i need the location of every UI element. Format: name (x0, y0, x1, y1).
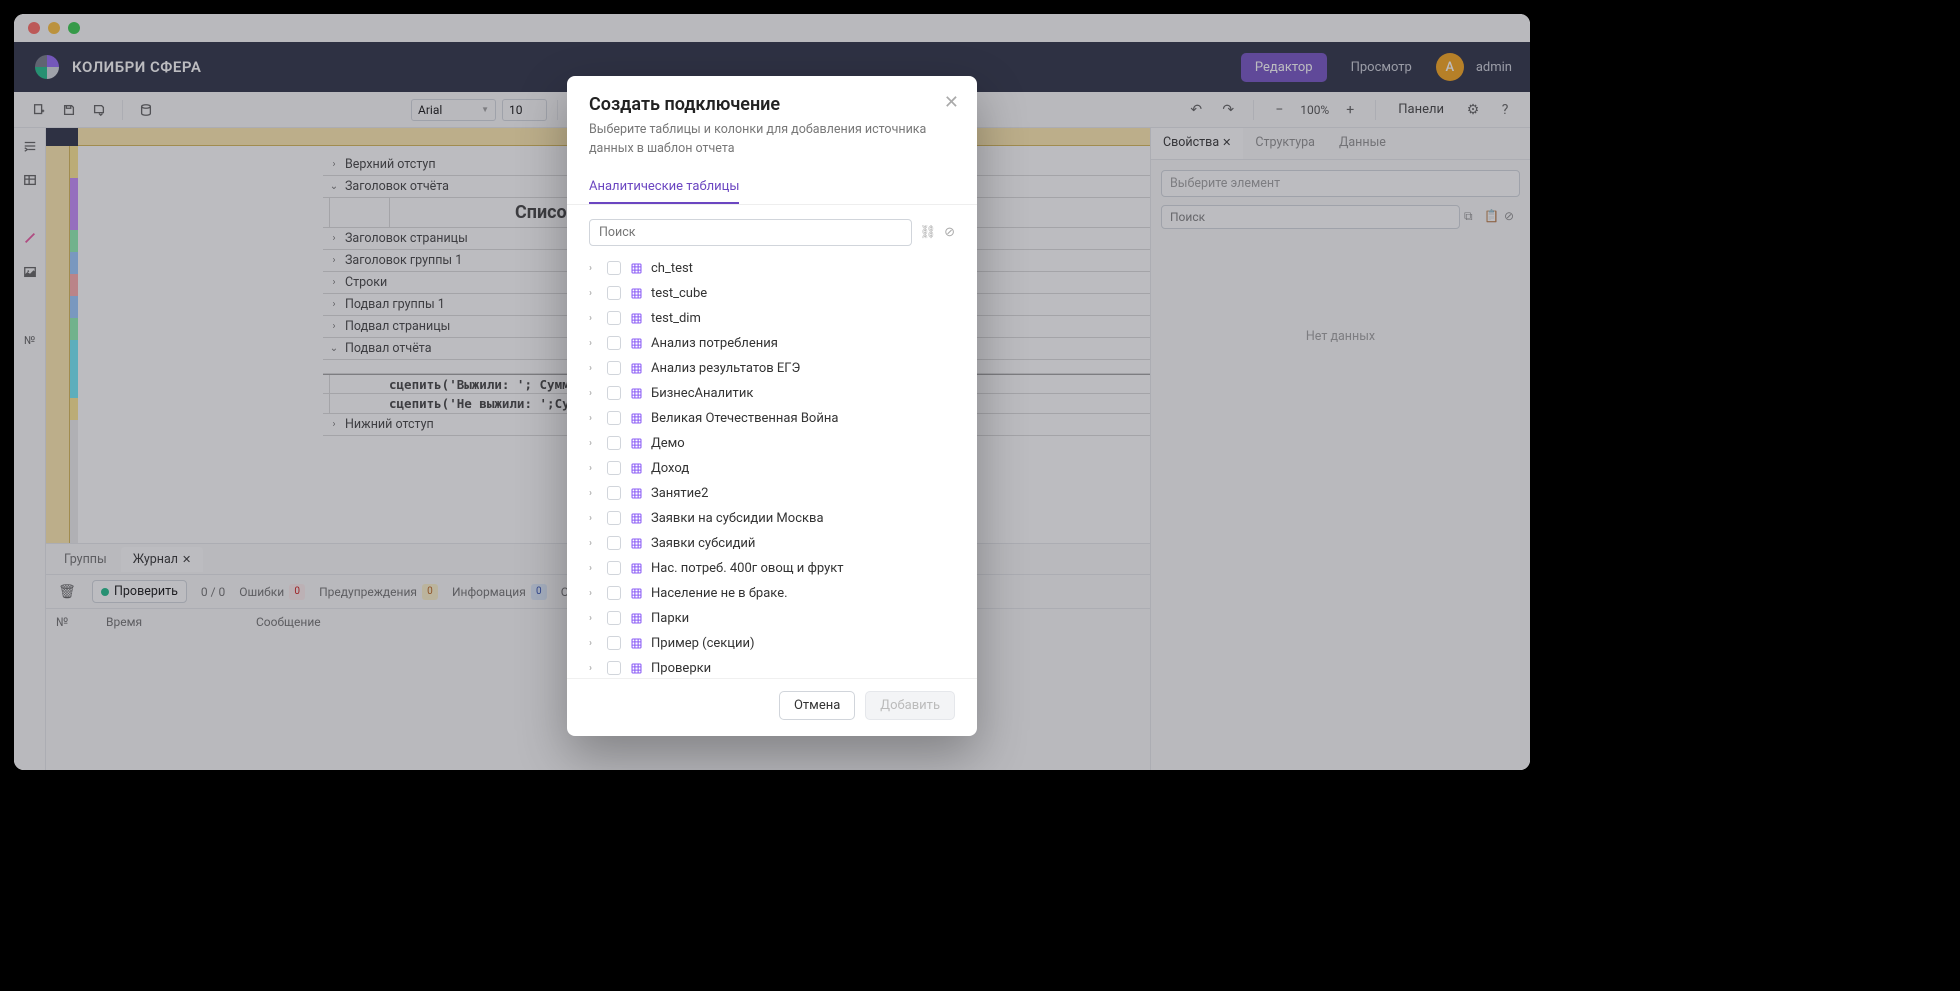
cube-icon (629, 611, 643, 625)
chevron-right-icon[interactable]: › (589, 563, 599, 574)
modal-overlay[interactable]: Создать подключение Выберите таблицы и к… (14, 14, 1530, 770)
table-item[interactable]: › Заявки на субсидии Москва (589, 506, 955, 531)
table-item[interactable]: › БизнесАналитик (589, 381, 955, 406)
checkbox[interactable] (607, 536, 621, 550)
tables-list: › ch_test › test_cube › test_dim › Анализ потре… (589, 256, 955, 679)
cube-icon (629, 536, 643, 550)
checkbox[interactable] (607, 636, 621, 650)
table-label: Парки (651, 611, 689, 626)
table-item[interactable]: › Анализ результатов ЕГЭ (589, 356, 955, 381)
modal-subtitle: Выберите таблицы и колонки для добавлени… (589, 121, 955, 159)
chevron-right-icon[interactable]: › (589, 438, 599, 449)
checkbox[interactable] (607, 561, 621, 575)
chevron-right-icon[interactable]: › (589, 363, 599, 374)
chevron-right-icon[interactable]: › (589, 288, 599, 299)
table-item[interactable]: › Доход (589, 456, 955, 481)
modal-tab-analytical[interactable]: Аналитические таблицы (589, 171, 739, 204)
chevron-right-icon[interactable]: › (589, 388, 599, 399)
table-label: Население не в браке. (651, 586, 788, 601)
cube-icon (629, 561, 643, 575)
cube-icon (629, 286, 643, 300)
table-label: Доход (651, 461, 689, 476)
table-item[interactable]: › Парки (589, 606, 955, 631)
cube-icon (629, 311, 643, 325)
table-label: Проверки (651, 661, 711, 676)
chevron-right-icon[interactable]: › (589, 538, 599, 549)
table-label: Великая Отечественная Война (651, 411, 838, 426)
chevron-right-icon[interactable]: › (589, 663, 599, 674)
cube-icon (629, 661, 643, 675)
cube-icon (629, 436, 643, 450)
table-label: test_dim (651, 311, 701, 326)
table-item[interactable]: › Демо (589, 431, 955, 456)
checkbox[interactable] (607, 386, 621, 400)
modal-search-input[interactable] (589, 219, 912, 246)
checkbox[interactable] (607, 661, 621, 675)
table-label: Анализ результатов ЕГЭ (651, 361, 800, 376)
table-label: Анализ потребления (651, 336, 778, 351)
table-label: БизнесАналитик (651, 386, 753, 401)
chevron-right-icon[interactable]: › (589, 413, 599, 424)
chevron-right-icon[interactable]: › (589, 513, 599, 524)
chevron-right-icon[interactable]: › (589, 263, 599, 274)
chevron-right-icon[interactable]: › (589, 638, 599, 649)
chevron-right-icon[interactable]: › (589, 613, 599, 624)
table-item[interactable]: › Население не в браке. (589, 581, 955, 606)
close-icon[interactable]: ✕ (944, 92, 959, 113)
chevron-right-icon[interactable]: › (589, 488, 599, 499)
cube-icon (629, 411, 643, 425)
table-item[interactable]: › test_cube (589, 281, 955, 306)
cube-icon (629, 386, 643, 400)
chevron-right-icon[interactable]: › (589, 463, 599, 474)
table-item[interactable]: › Нас. потреб. 400г овощ и фрукт (589, 556, 955, 581)
checkbox[interactable] (607, 336, 621, 350)
table-label: ch_test (651, 261, 693, 276)
cube-icon (629, 486, 643, 500)
table-item[interactable]: › test_dim (589, 306, 955, 331)
checkbox[interactable] (607, 361, 621, 375)
table-item[interactable]: › Проверки (589, 656, 955, 679)
cube-icon (629, 336, 643, 350)
cube-icon (629, 361, 643, 375)
table-item[interactable]: › Заявки субсидий (589, 531, 955, 556)
chevron-right-icon[interactable]: › (589, 338, 599, 349)
checkbox[interactable] (607, 586, 621, 600)
checkbox[interactable] (607, 511, 621, 525)
checkbox[interactable] (607, 436, 621, 450)
cube-icon (629, 511, 643, 525)
table-item[interactable]: › Анализ потребления (589, 331, 955, 356)
table-label: Нас. потреб. 400г овощ и фрукт (651, 561, 844, 576)
link-icon[interactable]: ⛓ (920, 225, 937, 240)
modal-title: Создать подключение (589, 94, 955, 115)
checkbox[interactable] (607, 461, 621, 475)
cube-icon (629, 586, 643, 600)
table-label: test_cube (651, 286, 707, 301)
checkbox[interactable] (607, 411, 621, 425)
cancel-button[interactable]: Отмена (779, 691, 855, 720)
checkbox[interactable] (607, 261, 621, 275)
add-button[interactable]: Добавить (865, 691, 955, 720)
table-item[interactable]: › Пример (секции) (589, 631, 955, 656)
unlink-icon[interactable]: ⊘ (944, 225, 955, 240)
checkbox[interactable] (607, 611, 621, 625)
cube-icon (629, 461, 643, 475)
create-connection-modal: Создать подключение Выберите таблицы и к… (567, 76, 977, 736)
table-label: Пример (секции) (651, 636, 755, 651)
table-label: Демо (651, 436, 685, 451)
table-label: Заявки субсидий (651, 536, 755, 551)
table-item[interactable]: › Занятие2 (589, 481, 955, 506)
checkbox[interactable] (607, 311, 621, 325)
table-label: Заявки на субсидии Москва (651, 511, 824, 526)
checkbox[interactable] (607, 486, 621, 500)
table-item[interactable]: › ch_test (589, 256, 955, 281)
chevron-right-icon[interactable]: › (589, 313, 599, 324)
table-label: Занятие2 (651, 486, 708, 501)
cube-icon (629, 636, 643, 650)
chevron-right-icon[interactable]: › (589, 588, 599, 599)
cube-icon (629, 261, 643, 275)
checkbox[interactable] (607, 286, 621, 300)
table-item[interactable]: › Великая Отечественная Война (589, 406, 955, 431)
